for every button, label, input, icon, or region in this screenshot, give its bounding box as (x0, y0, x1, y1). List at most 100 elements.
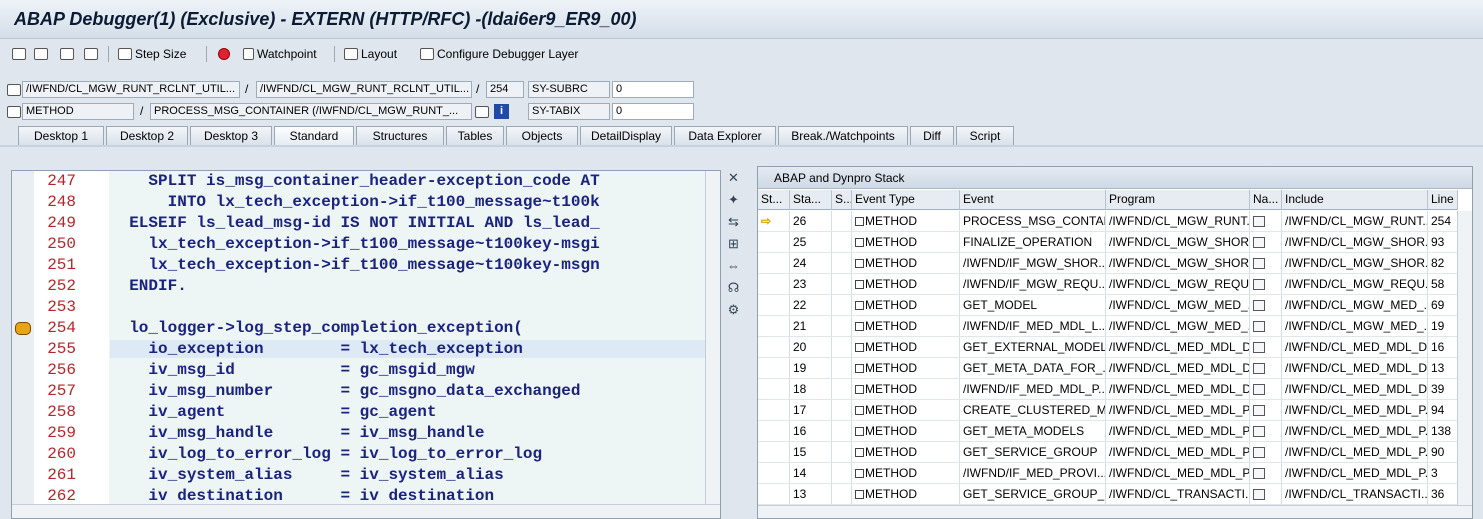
code-vertical-scrollbar[interactable] (705, 171, 720, 507)
column-header[interactable]: St... (758, 190, 790, 210)
code-horizontal-scrollbar[interactable] (12, 504, 720, 518)
navigate-icon[interactable] (1253, 384, 1265, 395)
table-row[interactable]: 22 METHOD GET_MODEL/IWFND/CL_MGW_MED_... /I… (758, 295, 1458, 316)
continue-icon[interactable] (84, 45, 101, 63)
table-row[interactable]: 20 METHOD GET_EXTERNAL_MODEL/IWFND/CL_MED_… (758, 337, 1458, 358)
program-field[interactable]: /IWFND/CL_MGW_RUNT_RCLNT_UTIL... (22, 81, 240, 98)
status-cell (758, 421, 790, 441)
navigate-icon[interactable] (1253, 489, 1265, 500)
code-line[interactable]: 251 lx_tech_exception->if_t100_message~t… (12, 255, 706, 276)
table-row[interactable]: 16 METHOD GET_META_MODELS/IWFND/CL_MED_MDL… (758, 421, 1458, 442)
table-row[interactable]: 13 METHOD GET_SERVICE_GROUP_.../IWFND/CL_T… (758, 484, 1458, 505)
navigate-icon[interactable] (1253, 405, 1265, 416)
stop-button[interactable] (218, 45, 233, 63)
table-row[interactable]: 21 METHOD/IWFND/IF_MED_MDL_L.../IWFND/CL_… (758, 316, 1458, 337)
code-line[interactable]: 257 iv_msg_number = gc_msgno_data_exchan… (12, 381, 706, 402)
tab-desktop-1[interactable]: Desktop 1 (18, 126, 104, 145)
swap-tool-icon[interactable]: ⇆ (726, 214, 741, 229)
navigate-icon[interactable] (1253, 237, 1265, 248)
code-line[interactable]: 260 iv_log_to_error_log = iv_log_to_erro… (12, 444, 706, 465)
table-row[interactable]: 14 METHOD/IWFND/IF_MED_PROVI.../IWFND/CL_… (758, 463, 1458, 484)
event-cell: /IWFND/IF_MGW_REQU... (960, 274, 1106, 294)
column-header[interactable]: Event (960, 190, 1106, 210)
code-line[interactable]: 255 io_exception = lx_tech_exception (12, 339, 706, 360)
event-type-field[interactable]: METHOD (22, 103, 134, 120)
code-line[interactable]: 248 INTO lx_tech_exception->if_t100_mess… (12, 192, 706, 213)
column-header[interactable]: Program (1106, 190, 1250, 210)
include-field[interactable]: /IWFND/CL_MGW_RUNT_RCLNT_UTIL... (256, 81, 472, 98)
step-size-button[interactable]: Step Size (118, 45, 186, 63)
navigate-icon[interactable] (1253, 342, 1265, 353)
configure-debugger-layer-button[interactable]: Configure Debugger Layer (420, 45, 578, 63)
column-header[interactable]: Event Type (852, 190, 960, 210)
tab-objects[interactable]: Objects (506, 126, 578, 145)
source-code-editor[interactable]: 247 SPLIT is_msg_container_header-except… (11, 170, 721, 519)
column-header[interactable]: Include (1282, 190, 1428, 210)
code-line[interactable]: 259 iv_msg_handle = iv_msg_handle (12, 423, 706, 444)
navigate-icon[interactable] (475, 106, 489, 118)
column-header[interactable]: Na... (1250, 190, 1282, 210)
sy-subrc-value[interactable]: 0 (612, 81, 694, 98)
layout-icon (344, 48, 358, 60)
navigate-icon[interactable] (1253, 300, 1265, 311)
tab-data-explorer[interactable]: Data Explorer (674, 126, 776, 145)
layout-button[interactable]: Layout (344, 45, 397, 63)
navigate-icon[interactable] (1253, 258, 1265, 269)
column-header[interactable]: S... (832, 190, 852, 210)
code-line[interactable]: 247 SPLIT is_msg_container_header-except… (12, 171, 706, 192)
navigate-icon[interactable] (1253, 447, 1265, 458)
navigate-icon[interactable] (1253, 321, 1265, 332)
tab-detail-display[interactable]: DetailDisplay (580, 126, 672, 145)
event-field[interactable]: PROCESS_MSG_CONTAINER (/IWFND/CL_MGW_RUN… (150, 103, 472, 120)
table-row[interactable]: 24 METHOD/IWFND/IF_MGW_SHOR.../IWFND/CL_M… (758, 253, 1458, 274)
tab-structures[interactable]: Structures (356, 126, 444, 145)
table-row[interactable]: 17 METHOD CREATE_CLUSTERED_M.../IWFND/CL_M… (758, 400, 1458, 421)
services-icon[interactable]: ☊ (726, 280, 741, 295)
code-line[interactable]: 261 iv_system_alias = iv_system_alias (12, 465, 706, 486)
navigate-icon[interactable] (1253, 279, 1265, 290)
code-line[interactable]: 258 iv_agent = gc_agent (12, 402, 706, 423)
table-row[interactable]: 23 METHOD/IWFND/IF_MGW_REQU.../IWFND/CL_M… (758, 274, 1458, 295)
tab-desktop-3[interactable]: Desktop 3 (190, 126, 272, 145)
sy-tabix-value[interactable]: 0 (612, 103, 694, 120)
navigate-icon[interactable] (1253, 216, 1265, 227)
code-line[interactable]: 253 (12, 297, 706, 318)
code-line[interactable]: 250 lx_tech_exception->if_t100_message~t… (12, 234, 706, 255)
info-icon[interactable]: i (494, 104, 509, 119)
return-icon[interactable] (60, 45, 77, 63)
stack-horizontal-scrollbar[interactable] (758, 505, 1472, 518)
watchpoint-button[interactable]: Watchpoint (243, 45, 317, 63)
table-row[interactable]: 15 METHOD GET_SERVICE_GROUP/IWFND/CL_MED_M… (758, 442, 1458, 463)
settings-icon[interactable]: ⚙ (726, 302, 741, 317)
navigate-icon[interactable] (1253, 468, 1265, 479)
navigate-icon[interactable] (1253, 426, 1265, 437)
stack-vertical-scrollbar[interactable] (1457, 211, 1472, 507)
tab-break-watchpoints[interactable]: Break./Watchpoints (778, 126, 908, 145)
table-row[interactable]: ⇨ 26 METHOD PROCESS_MSG_CONTAI.../IWFND/CL_… (758, 211, 1458, 232)
tab-tables[interactable]: Tables (446, 126, 504, 145)
method-icon (855, 322, 864, 331)
tab-desktop-2[interactable]: Desktop 2 (106, 126, 188, 145)
tab-diff[interactable]: Diff (910, 126, 954, 145)
column-header[interactable]: Sta... (790, 190, 832, 210)
resize-icon[interactable]: ⇔ (726, 258, 741, 273)
new-tool-icon[interactable]: ✦ (726, 192, 741, 207)
line-field[interactable]: 254 (486, 81, 524, 98)
step-into-icon[interactable] (12, 45, 29, 63)
execute-icon[interactable] (34, 45, 51, 63)
table-row[interactable]: 25 METHOD FINALIZE_OPERATION/IWFND/CL_MGW_… (758, 232, 1458, 253)
navigate-icon[interactable] (1253, 363, 1265, 374)
column-header[interactable]: Line (1428, 190, 1458, 210)
code-line[interactable]: 256 iv_msg_id = gc_msgid_mgw (12, 360, 706, 381)
code-line[interactable]: 249 ELSEIF ls_lead_msg-id IS NOT INITIAL… (12, 213, 706, 234)
tab-script[interactable]: Script (956, 126, 1014, 145)
tab-standard[interactable]: Standard (274, 126, 354, 145)
table-row[interactable]: 18 METHOD/IWFND/IF_MED_MDL_P.../IWFND/CL_… (758, 379, 1458, 400)
close-icon[interactable]: ✕ (726, 170, 741, 185)
configure-label: Configure Debugger Layer (437, 47, 579, 61)
maximize-icon[interactable]: ⊞ (726, 236, 741, 251)
code-line[interactable]: 252 ENDIF. (12, 276, 706, 297)
code-line[interactable]: 254 lo_logger->log_step_completion_excep… (12, 318, 706, 339)
current-statement-icon[interactable] (15, 322, 31, 335)
table-row[interactable]: 19 METHOD GET_META_DATA_FOR_.../IWFND/CL_M… (758, 358, 1458, 379)
